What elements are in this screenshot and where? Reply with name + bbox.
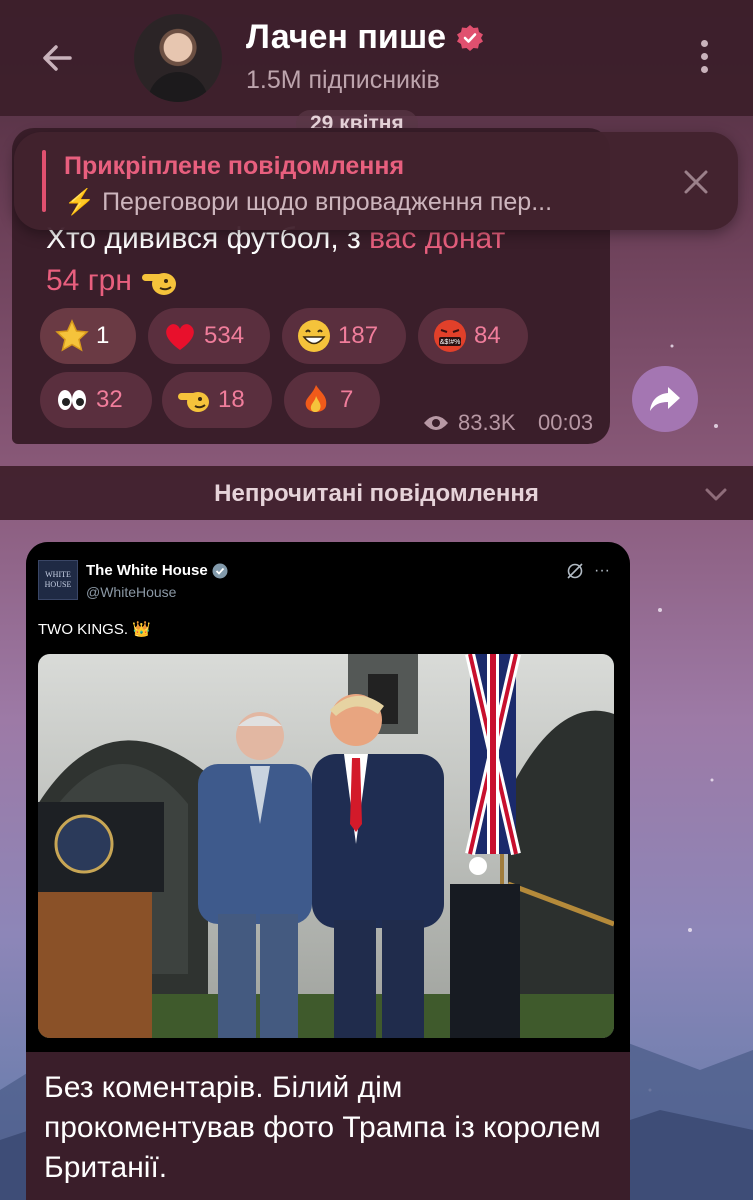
chevron-down-icon[interactable] (704, 482, 728, 506)
share-button[interactable] (632, 366, 698, 432)
close-icon[interactable] (682, 168, 710, 196)
message-bubble[interactable]: WHITE HOUSE The White House @WhiteHouse ·… (26, 542, 630, 1200)
verified-icon (212, 563, 228, 578)
unread-label: Непрочитані повідомлення (214, 480, 539, 507)
reaction-star[interactable]: 1 (40, 308, 136, 364)
subscriber-count: 1.5M підписників (246, 66, 440, 94)
tweet-handle: @WhiteHouse (86, 584, 177, 600)
fire-icon (298, 382, 334, 418)
more-menu-icon[interactable] (694, 40, 714, 80)
pinned-title: Прикріплене повідомлення (64, 152, 405, 180)
pointing-hand-icon (140, 266, 180, 298)
chat-header: Лачен пише 1.5M підписників (0, 0, 753, 116)
pinned-text: ⚡ Переговори щодо впровадження пер... (64, 188, 553, 216)
verified-icon (457, 24, 484, 51)
eyes-icon (54, 382, 90, 418)
white-house-logo: WHITE HOUSE (38, 560, 78, 600)
reaction-eyes[interactable]: 32 (40, 372, 152, 428)
channel-avatar[interactable] (134, 14, 222, 102)
channel-name: Лачен пише (246, 18, 447, 56)
tweet-screenshot[interactable]: WHITE HOUSE The White House @WhiteHouse ·… (26, 542, 630, 1052)
reaction-heart[interactable]: 534 (148, 308, 270, 364)
tweet-account: The White House (86, 562, 228, 579)
back-arrow-icon[interactable] (36, 36, 80, 80)
donation-amount[interactable]: 54 грн (46, 264, 132, 297)
tweet-actions: ··· (566, 562, 610, 580)
channel-title[interactable]: Лачен пише (246, 18, 484, 57)
unread-divider: Непрочитані повідомлення (0, 466, 753, 520)
reaction-grin[interactable]: 187 (282, 308, 406, 364)
reaction-swearing[interactable]: &$!#% 84 (418, 308, 528, 364)
swearing-face-icon: &$!#% (432, 318, 468, 354)
message-time: 00:03 (538, 410, 594, 435)
pinned-message-banner[interactable]: Прикріплене повідомлення ⚡ Переговори що… (14, 132, 738, 230)
message-caption: Без коментарів. Білий дім прокоментував … (44, 1071, 601, 1184)
view-count: 83.3K (422, 410, 516, 436)
eye-icon (424, 416, 448, 430)
more-icon[interactable]: ··· (594, 562, 610, 580)
star-icon (54, 318, 90, 354)
tweet-photo[interactable] (38, 654, 614, 1038)
grok-icon[interactable] (566, 562, 584, 580)
heart-icon (162, 318, 198, 354)
grin-icon (296, 318, 332, 354)
reaction-fire[interactable]: 7 (284, 372, 380, 428)
share-arrow-icon (650, 387, 680, 411)
pinned-accent-bar (42, 150, 46, 212)
svg-text:&$!#%: &$!#% (440, 339, 461, 346)
pointing-hand-icon (176, 382, 212, 418)
reaction-pointing-hand[interactable]: 18 (162, 372, 272, 428)
tweet-text: TWO KINGS. 👑 (38, 621, 151, 638)
